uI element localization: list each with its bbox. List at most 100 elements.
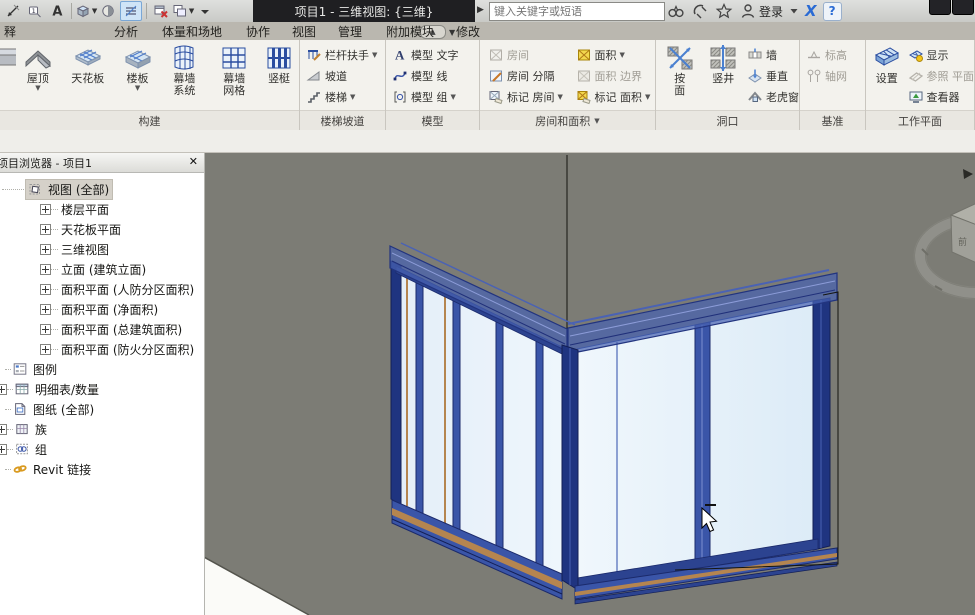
tree-item-7[interactable]: 面积平面 (净面积) <box>0 299 204 319</box>
楼板-button[interactable]: 楼板▼ <box>116 40 160 108</box>
ribbon-tab-4[interactable]: 协作 <box>244 22 272 40</box>
expand-icon[interactable] <box>0 384 7 395</box>
tag-by-category-button[interactable]: 1 <box>25 2 45 20</box>
显示-button[interactable]: 显示 <box>908 44 975 65</box>
模型-文字-button[interactable]: A模型 文字 <box>392 44 459 65</box>
tree-item-3[interactable]: 天花板平面 <box>0 219 204 239</box>
expand-icon[interactable] <box>40 264 51 275</box>
help-icon: ? <box>823 2 842 21</box>
room-separator-icon <box>488 68 504 84</box>
drawing-area[interactable]: 前 <box>205 153 975 615</box>
curtain-wall-right-wing <box>562 270 837 604</box>
qat-menu-icon <box>197 3 213 19</box>
text-button[interactable]: A <box>47 2 67 20</box>
expand-icon[interactable] <box>0 424 7 435</box>
panel-title-room-area[interactable]: 房间和面积▼ <box>480 110 655 130</box>
search-input[interactable] <box>489 2 665 21</box>
tree-item-10[interactable]: 图例 <box>0 359 204 379</box>
竖井-button[interactable]: 竖井 <box>704 40 744 108</box>
tree-item-1[interactable]: 视图 (全部) <box>0 179 204 199</box>
clipped-button[interactable] <box>0 40 16 108</box>
ribbon-tab-5[interactable]: 视图 <box>290 22 318 40</box>
按-面-button[interactable]: 按 面 <box>660 40 700 108</box>
tree-item-11[interactable]: 明细表/数量 <box>0 379 204 399</box>
expand-icon[interactable] <box>40 244 51 255</box>
ribbon-tab-2[interactable]: 分析 <box>112 22 140 40</box>
墙-button[interactable]: 墙 <box>747 44 799 65</box>
幕墙-网格-button[interactable]: 幕墙 网格 <box>209 40 259 108</box>
project-browser-title-text: 项目浏览器 - 项目1 <box>0 155 92 171</box>
default-3d-view-button[interactable]: ▼ <box>76 2 96 20</box>
轴网-button: 轴网 <box>806 65 847 86</box>
tree-item-2[interactable]: 楼层平面 <box>0 199 204 219</box>
模型-组-button[interactable]: 模型 组▼ <box>392 86 459 107</box>
tree-item-label: 图纸 (全部) <box>30 400 97 419</box>
close-icon[interactable]: ✕ <box>189 155 198 168</box>
close-hidden-windows-button[interactable] <box>151 2 171 20</box>
tree-connector <box>51 349 58 350</box>
ribbon-tab-7[interactable]: 附加模块 <box>384 22 436 40</box>
expand-icon[interactable] <box>40 324 51 335</box>
qat-menu-button[interactable] <box>195 2 215 20</box>
ribbon-tab-3[interactable]: 体量和场地 <box>160 22 224 40</box>
expand-icon[interactable] <box>40 224 51 235</box>
favorites-star-button[interactable] <box>715 2 733 20</box>
tree-item-9[interactable]: 面积平面 (防火分区面积) <box>0 339 204 359</box>
toolbar-divider <box>146 3 147 19</box>
tree-item-8[interactable]: 面积平面 (总建筑面积) <box>0 319 204 339</box>
ref-plane-icon <box>908 68 924 84</box>
project-browser-title[interactable]: 项目浏览器 - 项目1 ✕ <box>0 153 204 173</box>
房间-分隔-button[interactable]: 房间 分隔 <box>488 65 568 86</box>
模型-线-button[interactable]: 模型 线 <box>392 65 459 86</box>
title-next-arrow[interactable]: ▶ <box>477 5 484 15</box>
help-button[interactable]: ? <box>823 2 842 20</box>
tree-item-14[interactable]: 组 <box>0 439 204 459</box>
tree-item-12[interactable]: 图纸 (全部) <box>0 399 204 419</box>
exchange-apps-icon: X <box>805 2 817 20</box>
幕墙-系统-button[interactable]: 幕墙 系统 <box>159 40 209 108</box>
dropdown-button[interactable] <box>789 2 799 20</box>
查看器-button[interactable]: 查看器 <box>908 86 975 107</box>
expand-icon[interactable] <box>40 204 51 215</box>
tree-item-5[interactable]: 立面 (建筑立面) <box>0 259 204 279</box>
ribbon-tab-8[interactable]: 修改 <box>454 22 482 40</box>
屋顶-button[interactable]: 屋顶▼ <box>16 40 60 108</box>
垂直-button[interactable]: 垂直 <box>747 65 799 86</box>
ribbon-tab-6[interactable]: 管理 <box>336 22 364 40</box>
坡道-button[interactable]: 坡道 <box>306 65 377 86</box>
window-maximize-button[interactable] <box>952 0 974 15</box>
标记-面积-button[interactable]: 标记 面积▼ <box>576 86 656 107</box>
expand-icon[interactable] <box>40 344 51 355</box>
expand-icon[interactable] <box>40 284 51 295</box>
tree-item-6[interactable]: 面积平面 (人防分区面积) <box>0 279 204 299</box>
button-label: 房间 <box>507 47 529 63</box>
section-button[interactable] <box>98 2 118 20</box>
expand-icon[interactable] <box>40 304 51 315</box>
subscription-button[interactable] <box>691 2 709 20</box>
ribbon-tab-1[interactable]: 释 <box>2 22 18 40</box>
tree-item-13[interactable]: 族 <box>0 419 204 439</box>
expand-icon[interactable] <box>0 444 7 455</box>
viewcube[interactable]: 前 <box>914 203 975 299</box>
button-label: 房间 分隔 <box>507 68 555 84</box>
exchange-apps-button[interactable]: X <box>805 2 817 20</box>
天花板-button[interactable]: 天花板 <box>60 40 116 108</box>
设置-button[interactable]: 设置 <box>870 40 904 108</box>
3d-canvas[interactable]: 前 <box>205 153 975 615</box>
align-dimension-button[interactable] <box>3 2 23 20</box>
thin-lines-button[interactable] <box>120 1 142 21</box>
楼梯-button[interactable]: 楼梯▼ <box>306 86 377 107</box>
tree-connector <box>51 229 58 230</box>
binoculars-button[interactable] <box>667 2 685 20</box>
tree-item-4[interactable]: 三维视图 <box>0 239 204 259</box>
tree-item-15[interactable]: Revit 链接 <box>0 459 204 479</box>
window-minimize-button[interactable] <box>929 0 951 15</box>
标记-房间-button[interactable]: 标记 房间▼ <box>488 86 568 107</box>
面积-button[interactable]: 面积▼ <box>576 44 656 65</box>
栏杆扶手-button[interactable]: 栏杆扶手▼ <box>306 44 377 65</box>
sign-in-person-button[interactable]: 登录 <box>739 2 783 20</box>
竖梃-button[interactable]: 竖梃 <box>259 40 299 108</box>
switch-windows-button[interactable]: ▼ <box>173 2 193 20</box>
老虎窗-button[interactable]: 老虎窗 <box>747 86 799 107</box>
level-icon <box>806 47 822 63</box>
